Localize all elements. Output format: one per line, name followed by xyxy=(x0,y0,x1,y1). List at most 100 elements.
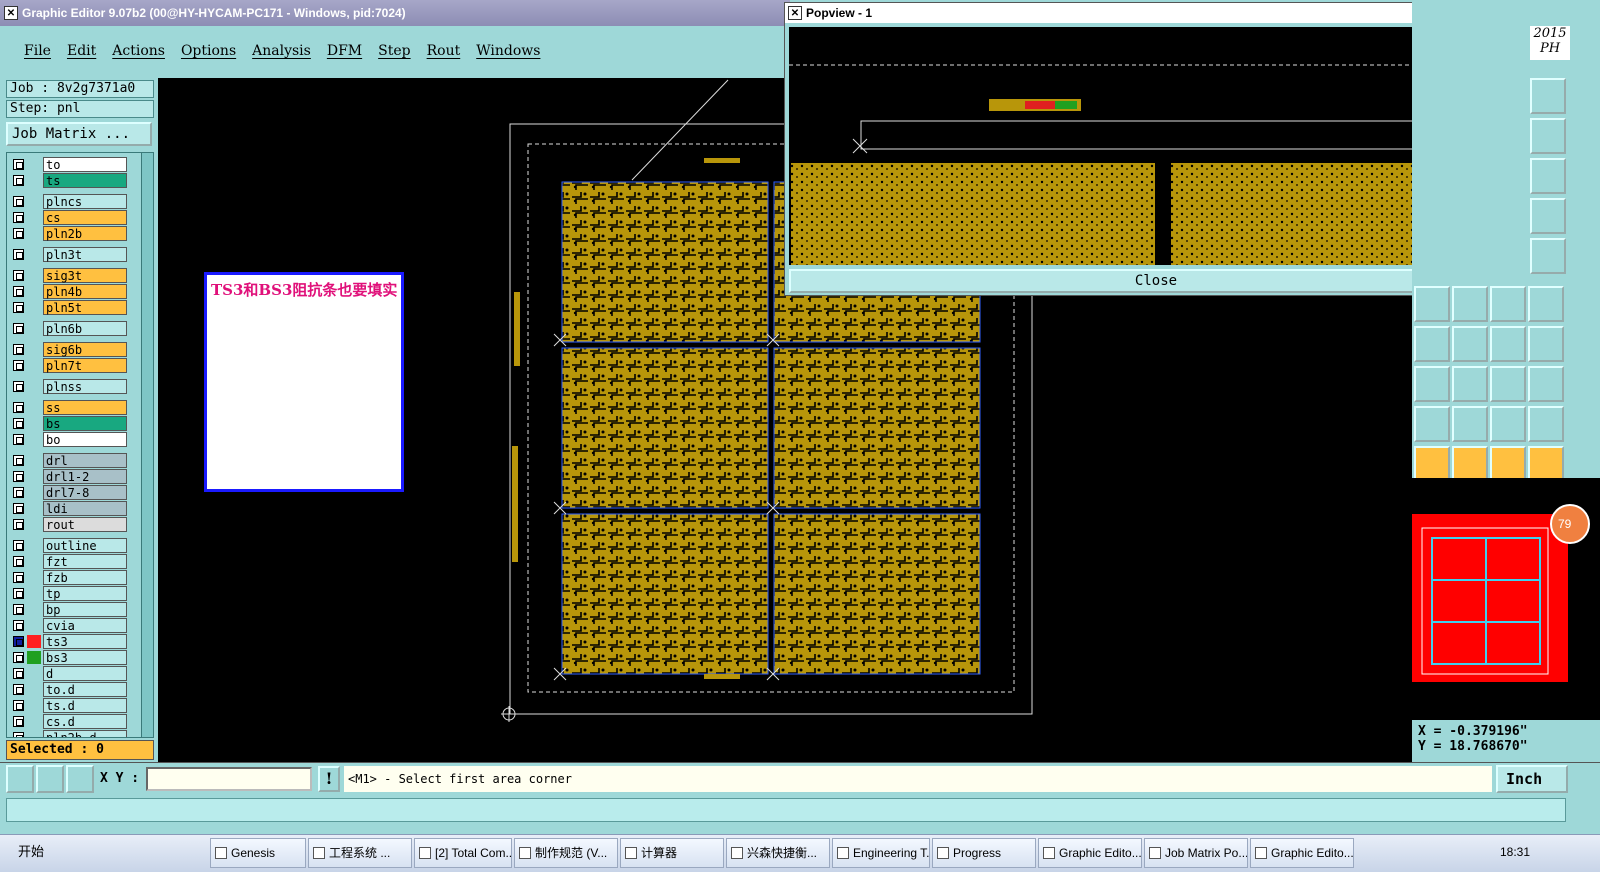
taskbar-item[interactable]: [2] Total Com... xyxy=(414,838,512,868)
layer-name[interactable]: bp xyxy=(43,602,127,617)
layer-list-scrollbar[interactable] xyxy=(141,153,153,737)
layer-row[interactable]: pln4b xyxy=(7,284,137,299)
layer-name[interactable]: cvia xyxy=(43,618,127,633)
layer-checkbox[interactable] xyxy=(13,286,24,297)
layer-row[interactable]: outline xyxy=(7,538,137,553)
layer-name[interactable]: bo xyxy=(43,432,127,447)
grid-icon[interactable] xyxy=(66,765,94,793)
layer-name[interactable]: drl7-8 xyxy=(43,485,127,500)
layer-checkbox[interactable] xyxy=(13,652,24,663)
layer-row[interactable]: pln3t xyxy=(7,247,137,262)
flip-icon[interactable] xyxy=(1528,286,1564,322)
layer-name[interactable]: bs xyxy=(43,416,127,431)
pad-icon[interactable] xyxy=(1414,286,1450,322)
layer-row[interactable]: plncs xyxy=(7,194,137,209)
layer-row[interactable]: ts3 xyxy=(7,634,137,649)
menu-rout[interactable]: Rout xyxy=(421,43,467,59)
menu-actions[interactable]: Actions xyxy=(106,43,171,59)
measure-icon[interactable] xyxy=(1490,366,1526,402)
layer-row[interactable]: bo xyxy=(7,432,137,447)
split-view-icon[interactable] xyxy=(1530,118,1566,154)
taskbar-item[interactable]: Graphic Edito... xyxy=(1038,838,1142,868)
layer-checkbox[interactable] xyxy=(13,572,24,583)
taskbar-item[interactable]: 制作规范 (V... xyxy=(514,838,618,868)
arc-icon[interactable] xyxy=(1452,326,1488,362)
net-icon[interactable] xyxy=(1530,198,1566,234)
layer-checkbox[interactable] xyxy=(13,732,24,737)
route-icon[interactable] xyxy=(1490,286,1526,322)
layer-row[interactable]: drl7-8 xyxy=(7,485,137,500)
layer-name[interactable]: plnss xyxy=(43,379,127,394)
layer-checkbox[interactable] xyxy=(13,434,24,445)
layer-row[interactable]: d xyxy=(7,666,137,681)
layer-row[interactable]: bs xyxy=(7,416,137,431)
layer-row[interactable]: ts.d xyxy=(7,698,137,713)
layer-row[interactable]: cs xyxy=(7,210,137,225)
layer-checkbox[interactable] xyxy=(13,604,24,615)
layer-row[interactable]: drl xyxy=(7,453,137,468)
taskbar-item[interactable]: Progress xyxy=(932,838,1036,868)
layer-name[interactable]: fzb xyxy=(43,570,127,585)
delete-icon[interactable] xyxy=(1452,366,1488,402)
layer-checkbox[interactable] xyxy=(13,175,24,186)
pointer-icon[interactable] xyxy=(1414,446,1450,482)
dot-icon[interactable] xyxy=(1530,238,1566,274)
taskbar-item[interactable]: Genesis xyxy=(210,838,306,868)
layer-row[interactable]: bp xyxy=(7,602,137,617)
layer-row[interactable]: sig6b xyxy=(7,342,137,357)
layer-checkbox[interactable] xyxy=(13,471,24,482)
menu-windows[interactable]: Windows xyxy=(470,43,546,59)
popview-canvas[interactable] xyxy=(789,27,1485,265)
layer-name[interactable]: ts.d xyxy=(43,698,127,713)
layer-row[interactable]: ts xyxy=(7,173,137,188)
add-icon[interactable] xyxy=(1414,366,1450,402)
layer-name[interactable]: sig3t xyxy=(43,268,127,283)
layer-row[interactable]: fzt xyxy=(7,554,137,569)
group-icon[interactable] xyxy=(1528,366,1564,402)
layer-checkbox[interactable] xyxy=(13,270,24,281)
alert-button[interactable]: ! xyxy=(318,766,340,792)
layer-row[interactable]: drl1-2 xyxy=(7,469,137,484)
layer-checkbox[interactable] xyxy=(13,668,24,679)
snap-grid-icon[interactable] xyxy=(6,765,34,793)
layer-checkbox[interactable] xyxy=(13,302,24,313)
layer-name[interactable]: pln5t xyxy=(43,300,127,315)
layer-name[interactable]: ss xyxy=(43,400,127,415)
taskbar-item[interactable]: Job Matrix Po... xyxy=(1144,838,1248,868)
taskbar-item[interactable]: Graphic Edito... xyxy=(1250,838,1354,868)
layer-name[interactable]: pln2b xyxy=(43,226,127,241)
taskbar-item[interactable]: 兴森快捷衡... xyxy=(726,838,830,868)
via-icon[interactable] xyxy=(1452,286,1488,322)
layer-row[interactable]: ss xyxy=(7,400,137,415)
pointer-box-icon[interactable] xyxy=(1452,446,1488,482)
layer-checkbox[interactable] xyxy=(13,249,24,260)
layer-name[interactable]: d xyxy=(43,666,127,681)
layer-row[interactable]: pln2b xyxy=(7,226,137,241)
layer-name[interactable]: drl xyxy=(43,453,127,468)
layer-name[interactable]: drl1-2 xyxy=(43,469,127,484)
layer-checkbox[interactable] xyxy=(13,212,24,223)
layer-checkbox[interactable] xyxy=(13,381,24,392)
layer-name[interactable]: ts3 xyxy=(43,634,127,649)
layer-checkbox[interactable] xyxy=(13,684,24,695)
layer-checkbox[interactable] xyxy=(13,159,24,170)
layer-name[interactable]: to.d xyxy=(43,682,127,697)
xy-input[interactable] xyxy=(146,767,312,791)
layer-checkbox[interactable] xyxy=(13,402,24,413)
layer-row[interactable]: to.d xyxy=(7,682,137,697)
split-icon[interactable] xyxy=(1528,326,1564,362)
layer-name[interactable]: outline xyxy=(43,538,127,553)
pointer-red-icon[interactable] xyxy=(1490,446,1526,482)
connect-icon[interactable] xyxy=(1528,446,1564,482)
layer-checkbox[interactable] xyxy=(13,540,24,551)
layer-checkbox[interactable] xyxy=(13,360,24,371)
layer-name[interactable]: cs.d xyxy=(43,714,127,729)
layer-checkbox[interactable] xyxy=(13,556,24,567)
layer-checkbox[interactable] xyxy=(13,519,24,530)
layer-checkbox[interactable] xyxy=(13,455,24,466)
measure-icon[interactable] xyxy=(36,765,64,793)
layer-row[interactable]: cs.d xyxy=(7,714,137,729)
layer-row[interactable]: pln2b.d xyxy=(7,730,137,737)
layer-name[interactable]: ts xyxy=(43,173,127,188)
triangle-icon[interactable] xyxy=(1414,406,1450,442)
